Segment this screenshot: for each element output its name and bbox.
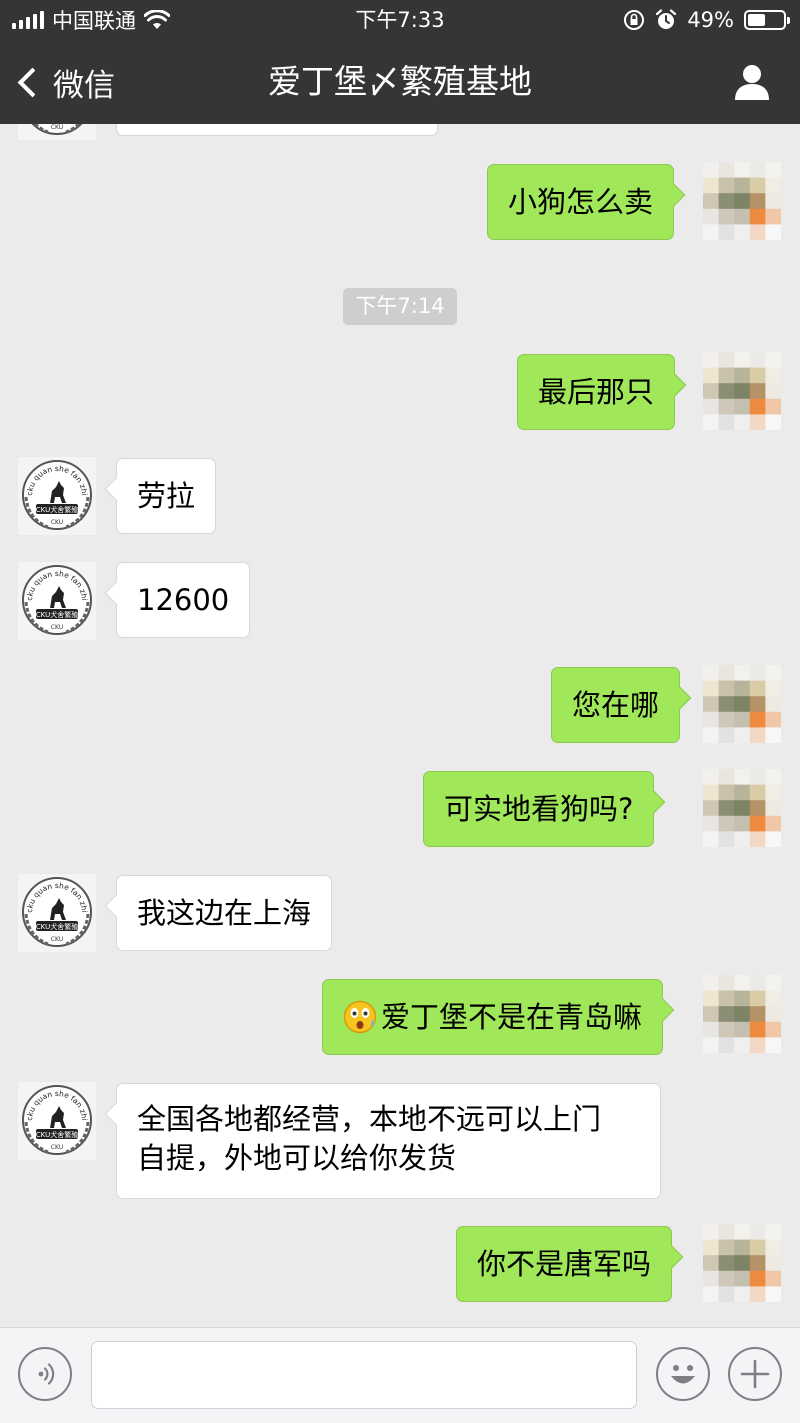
message-text: 劳拉 [137,478,196,513]
alarm-icon [656,9,677,29]
message-timestamp: 下午7:14 [343,288,457,325]
message-text: 全国各地都经营，本地不远可以上门 自提，外地可以给你发货 [137,1100,601,1178]
my-avatar[interactable] [703,162,782,241]
message-text: 我这边在上海 [137,895,312,930]
status-bar: 中国联通 下午7:33 49% [0,0,800,40]
plus-icon [740,1359,770,1389]
contact-avatar[interactable]: cku quan she fan zhi CKU犬舍繁殖 CKU [18,562,96,640]
surprised-emoji-icon [343,1000,377,1034]
contact-avatar[interactable]: cku quan she fan zhi CKU犬舍繁殖 CKU [18,1082,96,1160]
message-text-line: 全国各地都经营，本地不远可以上门 [137,1102,602,1136]
svg-text:CKU: CKU [51,624,63,631]
message-bubble-outgoing[interactable]: 你不是唐军吗 [456,1226,673,1302]
chat-messages[interactable]: cku quan she fan zhi CKU犬舍繁殖 CKU 小狗怎么卖 下… [0,124,800,1327]
message-input[interactable] [91,1341,637,1409]
contact-avatar[interactable]: cku quan she fan zhi CKU犬舍繁殖 CKU [18,124,96,140]
svg-text:CKU: CKU [51,124,63,131]
svg-text:CKU: CKU [51,1144,63,1151]
back-button[interactable]: 微信 [14,62,115,104]
my-avatar[interactable] [703,975,782,1054]
svg-text:CKU犬舍繁殖: CKU犬舍繁殖 [36,922,78,931]
rotation-lock-icon [624,10,645,30]
pixelated-avatar-image [703,665,782,744]
emoji-button[interactable] [656,1347,710,1401]
message-bubble-incoming[interactable] [116,124,438,136]
pixelated-avatar-image [703,769,782,848]
contact-avatar[interactable]: cku quan she fan zhi CKU犬舍繁殖 CKU [18,457,96,535]
battery-level [748,14,765,26]
pixelated-avatar-image [703,352,782,431]
chat-title: 爱丁堡〆繁殖基地 [268,62,532,101]
pixelated-avatar-image [703,975,782,1054]
message-bubble-outgoing[interactable]: 您在哪 [551,667,681,743]
my-avatar[interactable] [703,665,782,744]
message-bubble-outgoing[interactable]: 小狗怎么卖 [487,164,675,240]
pixelated-avatar-image [703,162,782,241]
svg-text:CKU: CKU [51,936,63,943]
message-text: 您在哪 [572,687,660,722]
message-text-line: 自提，外地可以给你发货 [137,1141,457,1175]
chevron-left-icon [17,67,48,97]
message-bubble-outgoing[interactable]: 可实地看狗吗? [423,771,655,847]
voice-icon [38,1363,55,1385]
message-bubble-incoming[interactable]: 劳拉 [116,458,217,534]
input-bar [0,1327,800,1423]
message-bubble-outgoing[interactable]: 最后那只 [517,354,676,430]
message-bubble-incoming[interactable]: 全国各地都经营，本地不远可以上门 自提，外地可以给你发货 [116,1083,661,1199]
pixelated-avatar-image [703,1224,782,1303]
svg-text:CKU犬舍繁殖: CKU犬舍繁殖 [36,610,78,619]
nav-bar: 微信 爱丁堡〆繁殖基地 [0,40,800,124]
message-text: 爱丁堡不是在青岛嘛 [381,999,643,1034]
back-label: 微信 [53,67,115,104]
svg-text:CKU犬舍繁殖: CKU犬舍繁殖 [36,505,78,514]
svg-text:CKU犬舍繁殖: CKU犬舍繁殖 [36,1130,78,1139]
message-bubble-incoming[interactable]: 我这边在上海 [116,875,333,951]
my-avatar[interactable] [703,352,782,431]
battery-icon [744,10,790,30]
emoji-icon [671,1365,695,1384]
message-bubble-incoming[interactable]: 12600 [116,562,251,638]
my-avatar[interactable] [703,1224,782,1303]
svg-text:CKU: CKU [51,519,63,526]
more-button[interactable] [728,1347,782,1401]
message-text: 你不是唐军吗 [477,1246,652,1281]
message-text: 可实地看狗吗? [444,791,634,826]
voice-button[interactable] [18,1347,72,1401]
message-bubble-outgoing[interactable]: 爱丁堡不是在青岛嘛 [322,979,664,1055]
contact-avatar[interactable]: cku quan she fan zhi CKU犬舍繁殖 CKU [18,874,96,952]
battery-percent: 49% [687,8,734,32]
person-icon[interactable] [734,63,770,101]
message-text: 小狗怎么卖 [508,184,654,219]
my-avatar[interactable] [703,769,782,848]
message-text: 最后那只 [538,374,655,409]
message-text: 12600 [137,582,230,617]
